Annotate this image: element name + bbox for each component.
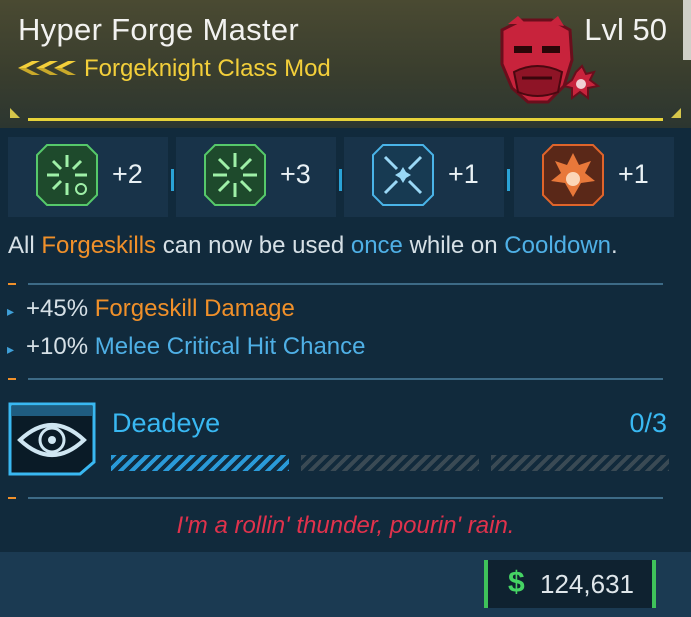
skill-bonus-4[interactable]: +1 <box>514 137 674 217</box>
item-card: Hyper Forge Master Lvl 50 Forgeknight Cl… <box>0 0 691 617</box>
skill-bonus-value: +2 <box>112 159 143 189</box>
bullet-icon: ▸ <box>7 303 15 319</box>
orange-fire-burst-icon <box>542 144 604 206</box>
skill-bonus-row: +2 +3 +1 +1 <box>0 133 691 219</box>
rarity-chevrons-icon <box>18 61 76 75</box>
skill-bonus-3[interactable]: +1 <box>344 137 504 217</box>
skill-bonus-value: +1 <box>618 159 649 189</box>
stat-line-1: +45% Forgeskill Damage <box>26 295 295 323</box>
keyword-cooldown: Cooldown <box>504 232 612 259</box>
description-text: . <box>611 232 618 259</box>
item-name: Hyper Forge Master <box>18 12 300 47</box>
blue-crosshair-star-icon <box>372 144 434 206</box>
keyword-forgeskills: Forgeskills <box>41 232 157 259</box>
corner-decoration <box>10 108 20 118</box>
header-divider <box>28 118 663 121</box>
price-footer: $ 124,631 <box>0 552 691 617</box>
rank-pip-3 <box>491 455 669 471</box>
price-value: 124,631 <box>540 569 634 599</box>
separator <box>171 169 174 191</box>
skill-bonus-1[interactable]: +2 <box>8 137 168 217</box>
separator <box>507 169 510 191</box>
passive-name: Deadeye <box>112 408 221 438</box>
skill-bonus-value: +3 <box>280 159 311 189</box>
dollar-icon: $ <box>508 566 525 599</box>
divider-dash <box>8 283 16 285</box>
divider <box>28 378 663 380</box>
stat-label: Melee Critical Hit Chance <box>94 333 366 360</box>
stat-value: +10% <box>26 333 89 360</box>
description-text: can now be used <box>156 232 351 259</box>
rank-pip-2 <box>301 455 479 471</box>
green-splash-burst-icon <box>204 144 266 206</box>
flavor-text: I'm a rollin' thunder, pourin' rain. <box>176 512 515 539</box>
skill-bonus-2[interactable]: +3 <box>176 137 336 217</box>
keyword-once: once <box>350 232 403 259</box>
red-demon-face-portrait-icon <box>500 16 601 104</box>
description-text: while on <box>402 232 505 259</box>
passive-rank: 0/3 <box>629 408 667 438</box>
item-description: All Forgeskills can now be used once whi… <box>8 232 618 260</box>
stat-line-2: +10% Melee Critical Hit Chance <box>26 333 366 361</box>
corner-decoration <box>671 108 681 118</box>
green-splash-timer-icon <box>36 144 98 206</box>
card-edge <box>683 0 691 60</box>
bullet-icon: ▸ <box>7 341 15 357</box>
description-text: All <box>8 232 42 259</box>
stat-label: Forgeskill Damage <box>94 295 295 322</box>
rank-pip-1 <box>111 455 289 471</box>
divider-dash <box>8 378 16 380</box>
item-header: Hyper Forge Master Lvl 50 Forgeknight Cl… <box>0 0 691 128</box>
eye-target-icon[interactable] <box>6 402 98 476</box>
divider-dash <box>8 497 16 499</box>
divider <box>28 497 663 499</box>
divider <box>28 283 663 285</box>
price-box: $ 124,631 <box>484 560 656 608</box>
skill-bonus-value: +1 <box>448 159 479 189</box>
stat-value: +45% <box>26 295 89 322</box>
item-class-mod-label: Forgeknight Class Mod <box>84 55 331 82</box>
separator <box>339 169 342 191</box>
